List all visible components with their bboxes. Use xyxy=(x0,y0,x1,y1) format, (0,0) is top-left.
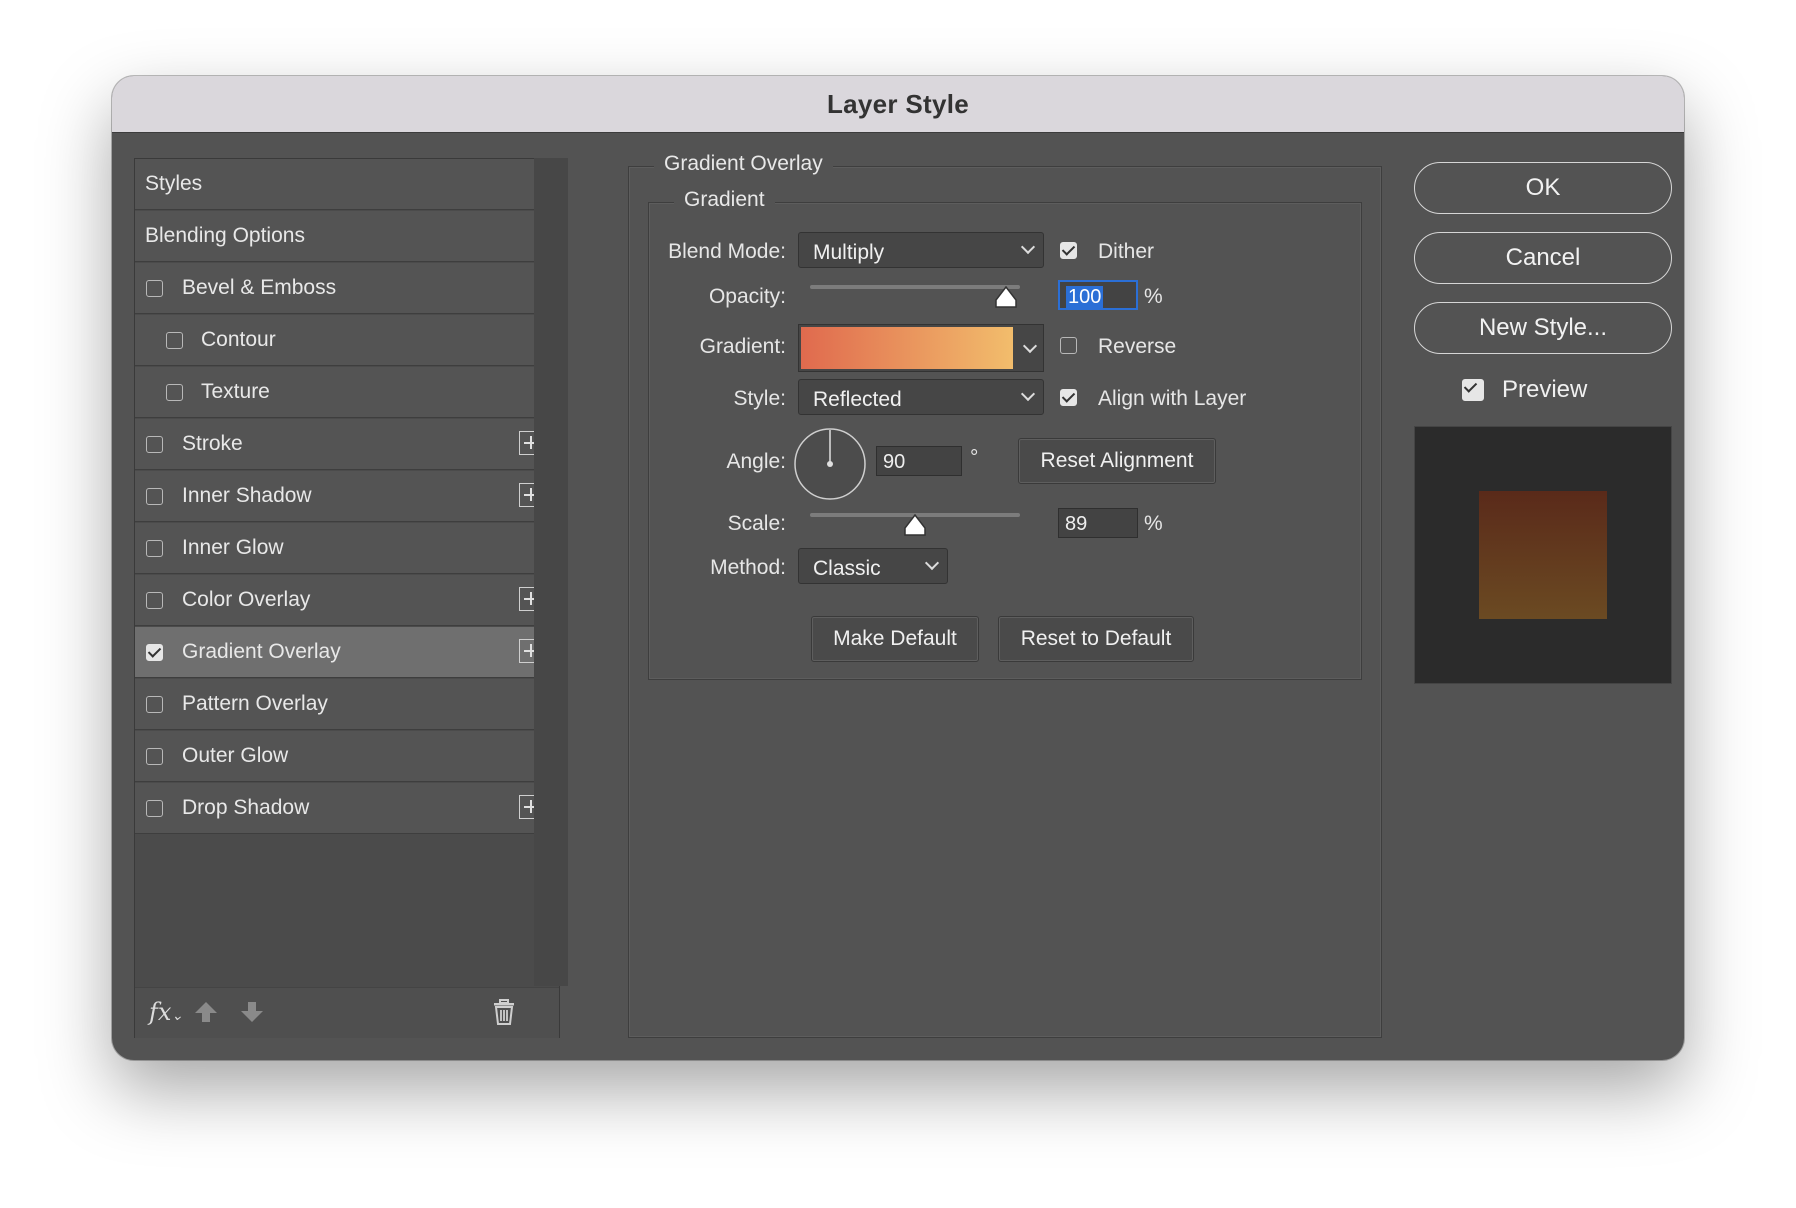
new-style-button[interactable]: New Style... xyxy=(1414,302,1672,354)
opacity-slider-thumb[interactable] xyxy=(995,286,1017,308)
fx-label: fx xyxy=(149,998,172,1026)
gradient-label: Gradient: xyxy=(699,335,786,358)
align-with-layer-label: Align with Layer xyxy=(1098,387,1247,410)
style-list-item-label: Color Overlay xyxy=(182,588,311,611)
style-list-item[interactable]: Inner Shadow xyxy=(135,471,557,522)
method-value: Classic xyxy=(813,557,881,580)
chevron-down-icon xyxy=(1020,239,1036,255)
reset-alignment-button[interactable]: Reset Alignment xyxy=(1018,438,1216,484)
angle-unit: ° xyxy=(970,446,979,469)
style-list-item-label: Gradient Overlay xyxy=(182,640,341,663)
style-list-item-checkbox[interactable] xyxy=(166,384,183,401)
style-list-item[interactable]: Outer Glow xyxy=(135,731,557,782)
preview-checkbox[interactable] xyxy=(1462,379,1484,401)
style-list: Styles Blending Options Bevel & Emboss Cont… xyxy=(134,158,560,1038)
style-value: Reflected xyxy=(813,388,902,411)
style-list-item[interactable]: Bevel & Emboss xyxy=(135,263,557,314)
style-list-item[interactable]: Color Overlay xyxy=(135,575,557,626)
style-list-item-checkbox[interactable] xyxy=(146,696,163,713)
style-list-item-checkbox[interactable] xyxy=(166,332,183,349)
preview-label: Preview xyxy=(1502,376,1588,403)
blend-mode-select[interactable]: Multiply xyxy=(798,232,1044,268)
style-list-item-label: Inner Glow xyxy=(182,536,284,559)
style-list-item[interactable]: Stroke xyxy=(135,419,557,470)
style-list-item-checkbox[interactable] xyxy=(146,748,163,765)
style-list-item[interactable]: Gradient Overlay xyxy=(135,627,557,678)
blend-mode-label: Blend Mode: xyxy=(668,240,786,263)
scale-slider-thumb[interactable] xyxy=(904,514,926,536)
opacity-value: 100 xyxy=(1066,286,1104,308)
method-label: Method: xyxy=(710,556,786,579)
align-with-layer-checkbox[interactable] xyxy=(1060,389,1077,406)
gradient-picker[interactable] xyxy=(798,324,1044,372)
style-select[interactable]: Reflected xyxy=(798,379,1044,415)
method-select[interactable]: Classic xyxy=(798,548,948,584)
style-list-scrollbar[interactable] xyxy=(534,158,568,986)
style-list-item-label: Contour xyxy=(201,328,276,351)
opacity-label: Opacity: xyxy=(708,285,786,308)
style-list-item-checkbox[interactable] xyxy=(146,800,163,817)
chevron-down-icon[interactable] xyxy=(1022,338,1038,354)
style-list-item-checkbox[interactable] xyxy=(146,540,163,557)
style-list-item[interactable]: Texture xyxy=(135,367,557,418)
style-list-item-checkbox[interactable] xyxy=(146,644,163,661)
trash-icon[interactable] xyxy=(491,998,517,1031)
style-list-item[interactable]: Contour xyxy=(135,315,557,366)
scale-input[interactable]: 89 xyxy=(1058,508,1138,538)
style-list-item-label: Bevel & Emboss xyxy=(182,276,337,299)
angle-label: Angle: xyxy=(726,450,786,473)
style-list-item-checkbox[interactable] xyxy=(146,436,163,453)
style-list-item-label: Blending Options xyxy=(145,224,305,247)
style-label: Style: xyxy=(733,387,786,410)
opacity-unit: % xyxy=(1144,285,1163,308)
opacity-slider[interactable] xyxy=(810,285,1020,289)
scale-label: Scale: xyxy=(727,512,786,535)
cancel-button[interactable]: Cancel xyxy=(1414,232,1672,284)
style-list-item-label: Inner Shadow xyxy=(182,484,312,507)
angle-input[interactable]: 90 xyxy=(876,446,962,476)
angle-dial[interactable] xyxy=(792,426,868,502)
style-list-item-label: Pattern Overlay xyxy=(182,692,328,715)
reset-to-default-button[interactable]: Reset to Default xyxy=(998,616,1194,662)
style-list-toolbar: fx⌄ xyxy=(135,987,559,1038)
arrow-down-icon[interactable] xyxy=(239,1000,265,1029)
reverse-checkbox[interactable] xyxy=(1060,337,1077,354)
scale-unit: % xyxy=(1144,512,1163,535)
preview-thumbnail xyxy=(1414,426,1672,684)
opacity-input[interactable]: 100 xyxy=(1058,280,1138,310)
gradient-swatch[interactable] xyxy=(801,327,1013,369)
style-list-item-label: Stroke xyxy=(182,432,243,455)
style-list-item-label: Drop Shadow xyxy=(182,796,310,819)
make-default-button[interactable]: Make Default xyxy=(811,616,979,662)
layer-style-dialog: Layer Style Styles Blending Options Bevel … xyxy=(112,76,1684,1060)
style-list-item-checkbox[interactable] xyxy=(146,488,163,505)
style-list-item[interactable]: Blending Options xyxy=(135,211,557,262)
style-list-item-label: Styles xyxy=(145,172,203,195)
style-list-item[interactable]: Styles xyxy=(135,159,557,210)
chevron-down-icon xyxy=(924,555,940,571)
angle-value: 90 xyxy=(883,451,906,473)
style-list-item[interactable]: Inner Glow xyxy=(135,523,557,574)
style-list-item[interactable]: Drop Shadow xyxy=(135,783,557,834)
fx-icon[interactable]: fx⌄ xyxy=(149,998,183,1026)
blend-mode-value: Multiply xyxy=(813,241,885,264)
style-list-item-checkbox[interactable] xyxy=(146,592,163,609)
dither-label: Dither xyxy=(1098,240,1155,263)
dialog-title: Layer Style xyxy=(112,76,1684,133)
arrow-up-icon[interactable] xyxy=(193,1000,219,1029)
scale-value: 89 xyxy=(1065,513,1088,535)
section-title: Gradient Overlay xyxy=(654,152,833,176)
dither-checkbox[interactable] xyxy=(1060,242,1077,259)
gradient-group-title: Gradient xyxy=(674,188,775,212)
style-list-item-label: Outer Glow xyxy=(182,744,289,767)
ok-button[interactable]: OK xyxy=(1414,162,1672,214)
gradient-group xyxy=(648,202,1362,680)
reverse-label: Reverse xyxy=(1098,335,1177,358)
style-list-item-checkbox[interactable] xyxy=(146,280,163,297)
style-list-item-label: Texture xyxy=(201,380,270,403)
style-list-item[interactable]: Pattern Overlay xyxy=(135,679,557,730)
chevron-down-icon xyxy=(1020,386,1036,402)
preview-swatch xyxy=(1479,491,1607,619)
